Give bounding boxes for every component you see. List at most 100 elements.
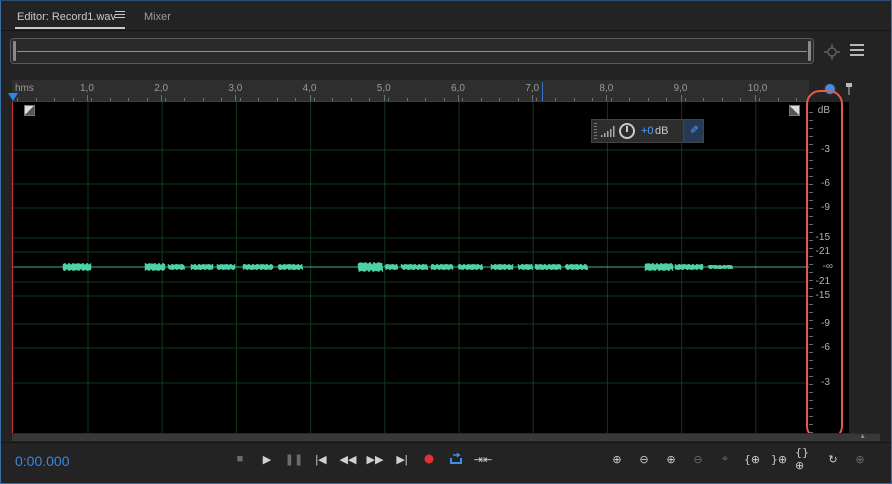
tab-mixer[interactable]: Mixer xyxy=(144,11,171,23)
overview-right-handle[interactable] xyxy=(808,41,811,61)
zoom-out-full-icon: ⌖ xyxy=(721,452,729,465)
ruler-minor-tick xyxy=(72,98,74,101)
ruler-minor-tick xyxy=(128,98,130,101)
ruler-minor-tick xyxy=(313,98,315,101)
record-button[interactable] xyxy=(418,448,440,470)
zoom-in-at-start-icon: {⊕ xyxy=(743,452,761,466)
ruler-tick-label: 3,0 xyxy=(228,83,243,94)
overview-navigator[interactable] xyxy=(10,38,814,64)
fast-forward-button[interactable]: ▶▶ xyxy=(364,448,386,470)
play-button[interactable]: ▶ xyxy=(256,448,278,470)
ruler-minor-tick xyxy=(554,98,556,101)
zoom-out-amplitude-button[interactable]: ⊖ xyxy=(633,448,655,470)
ruler-minor-tick xyxy=(183,98,185,101)
waveform-burst xyxy=(167,263,186,271)
db-scale-highlight xyxy=(806,90,843,440)
fade-out-handle[interactable] xyxy=(789,105,800,116)
zoom-in-amplitude-icon: ⊕ xyxy=(612,452,622,466)
ruler-minor-tick xyxy=(777,98,779,101)
scrollbar-thumb-grip[interactable] xyxy=(447,435,469,448)
ruler-minor-tick xyxy=(202,98,204,101)
ruler-major-tick xyxy=(87,95,88,101)
zoom-in-at-end-button[interactable]: }⊕ xyxy=(768,448,790,470)
waveform-burst xyxy=(277,263,304,271)
ruler-minor-tick xyxy=(35,98,37,101)
zoom-out-full-icon[interactable] xyxy=(823,43,841,61)
horizontal-scrollbar[interactable]: ▲ xyxy=(12,433,880,448)
volume-value[interactable]: +0 xyxy=(641,125,654,137)
panel-menu-icon[interactable] xyxy=(850,44,864,57)
ruler-major-tick xyxy=(235,95,237,101)
zoom-out-time-icon: ⊖ xyxy=(693,452,703,466)
ruler-minor-tick xyxy=(109,98,111,101)
zoom-in-amplitude-button[interactable]: ⊕ xyxy=(606,448,628,470)
zoom-out-full-button[interactable]: ⌖ xyxy=(714,448,736,470)
zoom-in-time-button[interactable]: ⊕ xyxy=(660,448,682,470)
zoom-selected-tracks-button[interactable]: ⊕ xyxy=(849,448,871,470)
skip-selection-icon: ⇥⇤ xyxy=(473,453,493,466)
active-tab-indicator xyxy=(15,27,125,29)
ruler-minor-tick xyxy=(295,98,297,101)
loop-icon xyxy=(450,453,462,464)
rewind-button[interactable]: ◀◀ xyxy=(337,448,359,470)
playhead-marker[interactable] xyxy=(8,93,18,101)
ruler-minor-tick xyxy=(91,98,93,101)
ruler-minor-tick xyxy=(759,98,760,101)
go-to-start-button[interactable]: |◀ xyxy=(310,448,332,470)
tab-editor[interactable]: Editor: Record1.wav xyxy=(17,11,116,23)
ruler-minor-tick xyxy=(721,98,723,101)
zoom-to-selection-button[interactable]: {}⊕ xyxy=(795,446,817,472)
volume-knob[interactable] xyxy=(619,123,635,139)
go-to-end-button[interactable]: ▶| xyxy=(391,448,413,470)
waveform-display[interactable] xyxy=(12,102,810,433)
waveform-burst xyxy=(517,263,534,271)
skip-selection-button[interactable]: ⇥⇤ xyxy=(472,448,494,470)
overview-waveform xyxy=(17,51,807,52)
ruler-tick-label: 10,0 xyxy=(747,83,768,94)
zoom-selected-tracks-icon: ⊕ xyxy=(855,452,865,466)
waveform-burst xyxy=(216,263,236,271)
overview-left-handle[interactable] xyxy=(13,41,16,61)
ruler-minor-tick xyxy=(629,98,631,101)
waveform-burst xyxy=(490,263,514,271)
current-time-display[interactable]: 0:00.000 xyxy=(15,453,70,469)
ruler-major-tick xyxy=(606,95,608,101)
ruler-minor-tick xyxy=(647,98,649,101)
rewind-icon: ◀◀ xyxy=(339,453,357,466)
volume-unit: dB xyxy=(655,125,669,137)
ruler-minor-tick xyxy=(258,98,260,101)
volume-hud[interactable]: +0 dB xyxy=(591,119,704,143)
pin-icon[interactable] xyxy=(846,83,852,95)
stop-button[interactable]: ■ xyxy=(229,448,251,470)
ruler-minor-tick xyxy=(517,98,519,101)
zoom-out-time-button[interactable]: ⊖ xyxy=(687,448,709,470)
ruler-minor-tick xyxy=(703,98,705,101)
fade-in-handle[interactable] xyxy=(24,105,35,116)
zoom-in-at-start-button[interactable]: {⊕ xyxy=(741,448,763,470)
zoom-reset-button[interactable]: ↻ xyxy=(822,448,844,470)
time-ruler[interactable]: hms 1,0 2,0 3,0 4,0 5,0 6,0 7,0 8,0 9,0 10,0 xyxy=(12,80,809,102)
fast-forward-icon: ▶▶ xyxy=(366,453,384,466)
waveform-burst xyxy=(457,263,484,271)
hud-pin-icon[interactable] xyxy=(683,120,703,142)
pause-button[interactable]: ❚❚ xyxy=(283,448,305,470)
waveform-canvas xyxy=(13,102,810,433)
ruler-minor-tick xyxy=(425,98,427,101)
ruler-minor-tick xyxy=(610,98,612,101)
ruler-major-tick xyxy=(532,95,534,101)
scroll-up-icon[interactable]: ▲ xyxy=(859,433,866,440)
loop-button[interactable] xyxy=(445,448,467,470)
go-to-start-icon: |◀ xyxy=(315,453,327,466)
ruler-minor-tick xyxy=(276,98,278,101)
hud-drag-grip[interactable] xyxy=(594,123,597,139)
ruler-tick-label: 8,0 xyxy=(599,83,614,94)
ruler-major-tick xyxy=(680,95,682,101)
ruler-minor-tick xyxy=(146,98,148,101)
tab-menu-icon[interactable] xyxy=(115,11,125,20)
waveform-burst xyxy=(564,263,589,271)
ruler-minor-tick xyxy=(592,98,594,101)
level-meter-icon xyxy=(601,126,615,137)
time-marker[interactable] xyxy=(542,82,543,101)
ruler-major-tick xyxy=(754,95,756,101)
zoom-reset-icon: ↻ xyxy=(828,452,838,466)
